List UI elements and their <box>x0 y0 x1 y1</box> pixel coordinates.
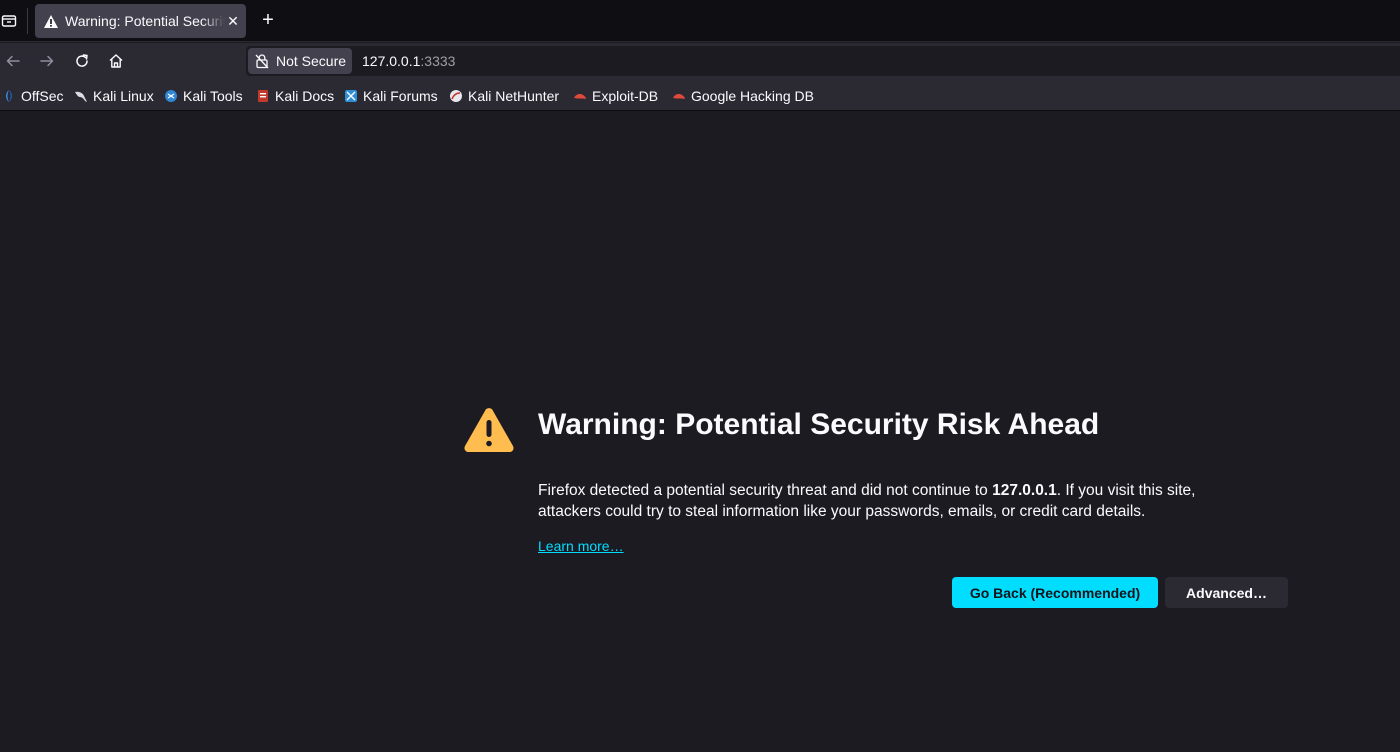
bookmark-offsec[interactable]: OffSec <box>2 87 64 105</box>
bookmark-kali-docs[interactable]: Kali Docs <box>256 87 334 105</box>
home-icon[interactable] <box>105 50 127 72</box>
bookmark-kali-linux[interactable]: Kali Linux <box>74 87 154 105</box>
bookmark-google-hacking-db[interactable]: Google Hacking DB <box>672 87 814 105</box>
warning-triangle-icon <box>463 406 515 454</box>
kali-docs-icon <box>256 89 270 103</box>
back-icon[interactable] <box>2 50 24 72</box>
bookmarks-toolbar: OffSec Kali Linux Kali Tools Kali Docs K… <box>0 79 1400 111</box>
kali-nethunter-icon <box>449 89 463 103</box>
not-secure-label: Not Secure <box>276 53 347 69</box>
description-text: Firefox detected a potential security th… <box>538 482 993 499</box>
bookmark-label: Exploit-DB <box>592 88 659 104</box>
go-back-button[interactable]: Go Back (Recommended) <box>952 577 1158 608</box>
new-tab-button[interactable]: + <box>258 9 278 31</box>
url-host: 127.0.0.1 <box>362 53 421 69</box>
tab-bar: Warning: Potential Security Risk ✕ + <box>0 0 1400 42</box>
advanced-button[interactable]: Advanced… <box>1165 577 1288 608</box>
url-text[interactable]: 127.0.0.1:3333 <box>362 53 455 69</box>
navigation-toolbar: Not Secure 127.0.0.1:3333 <box>0 43 1400 79</box>
kali-dragon-icon <box>74 89 88 103</box>
forward-icon[interactable] <box>36 50 58 72</box>
kali-forums-icon <box>344 89 358 103</box>
url-port: :3333 <box>420 53 456 69</box>
bookmark-kali-nethunter[interactable]: Kali NetHunter <box>449 87 559 105</box>
not-secure-indicator[interactable]: Not Secure <box>248 48 352 74</box>
bookmark-label: Kali Tools <box>183 88 243 104</box>
warning-icon <box>43 14 59 29</box>
insecure-lock-icon <box>254 53 270 69</box>
page-content: Warning: Potential Security Risk Ahead F… <box>0 112 1400 752</box>
kali-tools-icon <box>164 89 178 103</box>
bookmark-label: Kali Linux <box>93 88 154 104</box>
google-hacking-db-icon <box>672 89 686 103</box>
tab-separator <box>27 8 28 34</box>
bookmark-label: Kali Forums <box>363 88 438 104</box>
bookmark-kali-tools[interactable]: Kali Tools <box>164 87 243 105</box>
url-bar[interactable]: Not Secure 127.0.0.1:3333 <box>246 46 1400 76</box>
close-tab-icon[interactable]: ✕ <box>226 13 240 29</box>
error-description: Firefox detected a potential security th… <box>538 480 1258 522</box>
bookmark-label: Kali Docs <box>275 88 335 104</box>
page-title: Warning: Potential Security Risk Ahead <box>538 408 1100 441</box>
bookmark-label: Google Hacking DB <box>691 88 814 104</box>
bookmark-exploit-db[interactable]: Exploit-DB <box>573 87 658 105</box>
reload-icon[interactable] <box>71 50 93 72</box>
learn-more-link[interactable]: Learn more… <box>538 538 624 554</box>
offsec-icon <box>2 89 16 103</box>
bookmark-kali-forums[interactable]: Kali Forums <box>344 87 438 105</box>
list-all-tabs-icon[interactable] <box>0 10 18 32</box>
exploit-db-icon <box>573 89 587 103</box>
description-host: 127.0.0.1 <box>992 482 1057 499</box>
active-tab[interactable]: Warning: Potential Security Risk ✕ <box>35 4 246 38</box>
bookmark-label: OffSec <box>21 88 64 104</box>
tab-title: Warning: Potential Security Risk <box>65 13 225 29</box>
bookmark-label: Kali NetHunter <box>468 88 560 104</box>
